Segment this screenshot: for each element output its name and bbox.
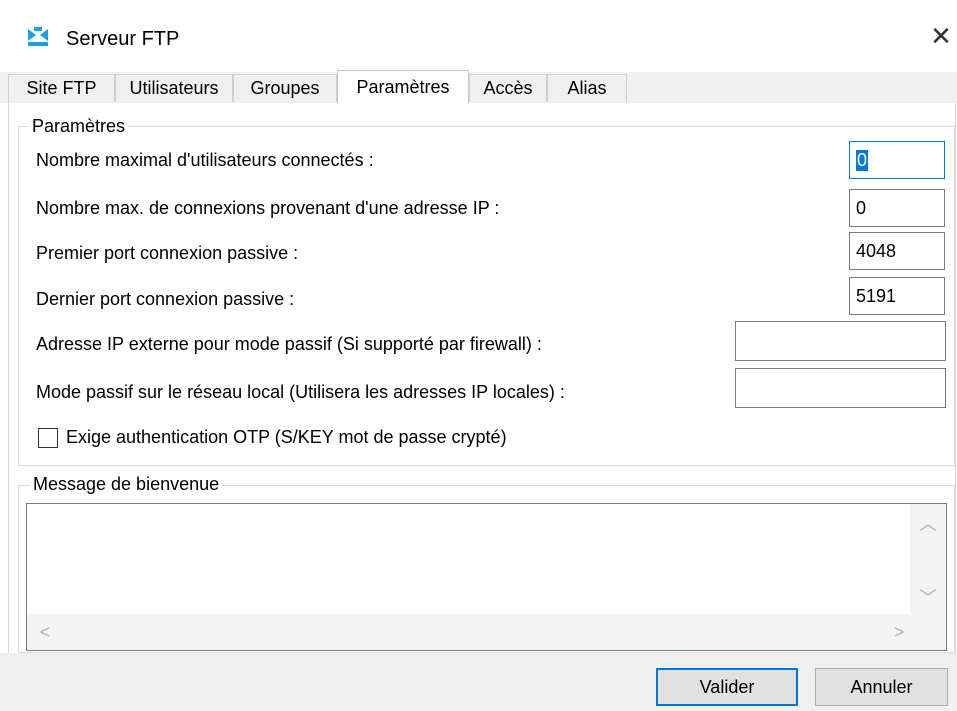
tab-parametres[interactable]: Paramètres: [337, 70, 469, 104]
annuler-button[interactable]: Annuler: [815, 668, 948, 706]
otp-checkbox-label[interactable]: Exige authentication OTP (S/KEY mot de p…: [66, 427, 507, 448]
scroll-right-icon[interactable]: >: [884, 616, 914, 648]
horizontal-scrollbar[interactable]: [27, 614, 946, 650]
ftp-server-icon: [26, 26, 50, 48]
external-ip-label: Adresse IP externe pour mode passif (Si …: [36, 334, 542, 354]
tab-alias[interactable]: Alias: [547, 74, 627, 102]
dialog-footer: [0, 653, 957, 711]
welcome-legend: Message de bienvenue: [30, 474, 223, 495]
tab-utilisateurs[interactable]: Utilisateurs: [115, 74, 233, 102]
local-passive-mode-label: Mode passif sur le réseau local (Utilise…: [36, 382, 565, 402]
scroll-left-icon[interactable]: <: [30, 616, 60, 648]
parametres-legend: Paramètres: [29, 116, 129, 137]
last-passive-port-input[interactable]: 5191: [849, 277, 945, 315]
max-users-label: Nombre maximal d'utilisateurs connectés …: [36, 150, 374, 170]
first-passive-port-input[interactable]: 4048: [849, 232, 945, 270]
tab-groupes[interactable]: Groupes: [233, 74, 337, 102]
local-passive-mode-input[interactable]: [735, 368, 946, 408]
last-passive-port-label: Dernier port connexion passive :: [36, 289, 295, 309]
tab-site-ftp[interactable]: Site FTP: [8, 74, 115, 102]
max-users-input[interactable]: 0: [849, 141, 945, 179]
close-icon[interactable]: ✕: [929, 21, 953, 51]
scroll-up-icon[interactable]: ︿: [910, 508, 946, 538]
window-title: Serveur FTP: [66, 28, 180, 50]
tab-acces[interactable]: Accès: [469, 74, 547, 102]
first-passive-port-label: Premier port connexion passive :: [36, 243, 299, 263]
external-ip-input[interactable]: [735, 321, 946, 361]
max-connections-per-ip-label: Nombre max. de connexions provenant d'un…: [36, 198, 500, 218]
scroll-down-icon[interactable]: ﹀: [910, 582, 946, 612]
max-connections-per-ip-input[interactable]: 0: [849, 189, 945, 227]
valider-button[interactable]: Valider: [656, 668, 798, 706]
otp-checkbox[interactable]: [38, 428, 58, 448]
